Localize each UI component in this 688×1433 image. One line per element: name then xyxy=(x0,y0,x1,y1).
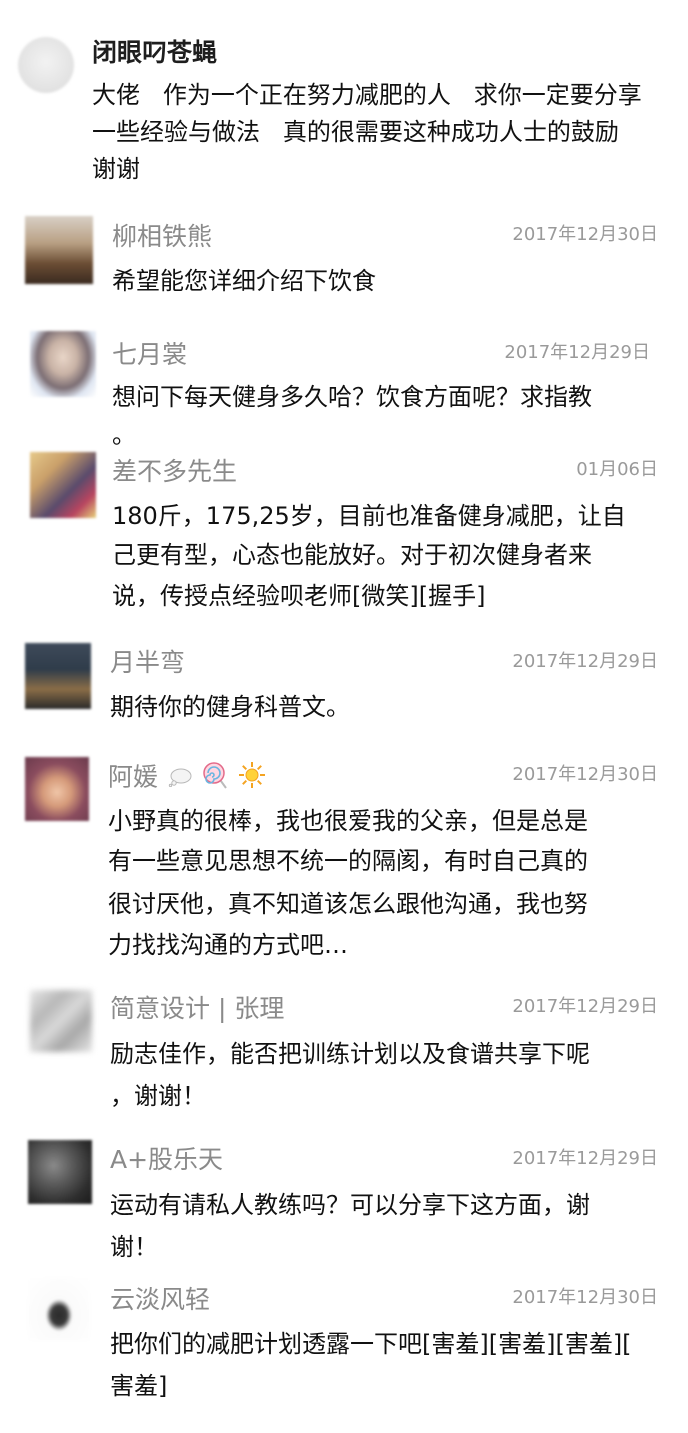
comment-author[interactable]: 简意设计 | 张理 xyxy=(110,994,284,1024)
avatar[interactable] xyxy=(25,216,93,284)
comment-text-line: 小野真的很棒，我也很爱我的父亲，但是总是 xyxy=(108,807,588,835)
comment-date: 2017年12月30日 xyxy=(512,224,658,245)
comment-text-line: 说，传授点经验呗老师[微笑][握手] xyxy=(112,582,486,610)
comment-author-name: 阿媛 xyxy=(108,762,159,792)
thought-bubble-icon xyxy=(168,764,192,794)
comment-author[interactable]: 阿媛 xyxy=(108,761,266,796)
avatar[interactable] xyxy=(28,1278,90,1340)
comment-author[interactable]: A+股乐天 xyxy=(110,1145,223,1175)
comment-text-line: ，谢谢！ xyxy=(110,1082,206,1110)
comment-author[interactable]: 差不多先生 xyxy=(112,457,237,487)
comment-text-line: 谢谢 xyxy=(92,155,140,183)
avatar[interactable] xyxy=(25,757,89,821)
comment-text-line: 谢！ xyxy=(110,1233,158,1261)
comment-author[interactable]: 柳相铁熊 xyxy=(112,222,212,252)
comment-date: 2017年12月29日 xyxy=(512,1148,658,1169)
sun-icon xyxy=(238,761,266,796)
comment-text-line: 期待你的健身科普文。 xyxy=(110,693,350,721)
avatar[interactable] xyxy=(30,331,96,397)
comment-text-line: 有一些意见思想不统一的隔阂，有时自己真的 xyxy=(108,847,588,875)
comment-text-line: 励志佳作，能否把训练计划以及食谱共享下呢 xyxy=(110,1040,590,1068)
comment-author[interactable]: 月半弯 xyxy=(110,648,185,678)
comment-text-line: 害羞] xyxy=(110,1372,168,1400)
comment-text-line: 力找找沟通的方式吧… xyxy=(108,931,348,959)
comment-author[interactable]: 云淡风轻 xyxy=(110,1285,210,1315)
avatar[interactable] xyxy=(30,990,92,1052)
comment-text-line: 很讨厌他，真不知道该怎么跟他沟通，我也努 xyxy=(108,890,588,918)
comment-text-line: 想问下每天健身多久哈？饮食方面呢？求指教 xyxy=(112,383,592,411)
lollipop-icon xyxy=(202,761,228,796)
comment-text-line: 大佬 作为一个正在努力减肥的人 求你一定要分享 xyxy=(92,81,642,109)
avatar[interactable] xyxy=(18,37,74,93)
comment-text-line: 一些经验与做法 真的很需要这种成功人士的鼓励 xyxy=(92,118,619,146)
comment-text-line: 把你们的减肥计划透露一下吧[害羞][害羞][害羞][ xyxy=(110,1330,632,1358)
comment-date: 2017年12月30日 xyxy=(512,1287,658,1308)
comment-date: 2017年12月29日 xyxy=(504,342,650,363)
avatar[interactable] xyxy=(25,643,91,709)
avatar[interactable] xyxy=(28,1140,92,1204)
avatar[interactable] xyxy=(30,452,96,518)
comment-text-line: 己更有型，心态也能放好。对于初次健身者来 xyxy=(112,541,592,569)
comment-text-line: 。 xyxy=(112,421,136,449)
comment-date: 2017年12月30日 xyxy=(512,764,658,785)
comment-date: 2017年12月29日 xyxy=(512,996,658,1017)
comment-author[interactable]: 七月裳 xyxy=(112,340,187,370)
comment-date: 2017年12月29日 xyxy=(512,651,658,672)
comment-text-line: 希望能您详细介绍下饮食 xyxy=(112,267,376,295)
comment-author[interactable]: 闭眼叼苍蝇 xyxy=(92,38,217,68)
comment-text-line: 运动有请私人教练吗？可以分享下这方面，谢 xyxy=(110,1191,590,1219)
comment-text-line: 180斤，175,25岁，目前也准备健身减肥，让自 xyxy=(112,502,626,530)
comment-date: 01月06日 xyxy=(576,459,658,480)
